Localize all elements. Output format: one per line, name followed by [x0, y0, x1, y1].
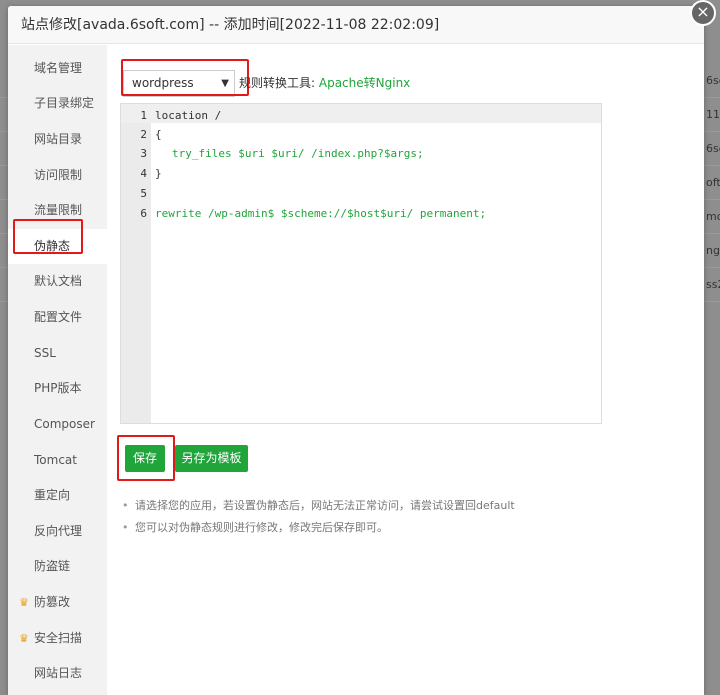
- sidebar-item-config-file[interactable]: 配置文件: [8, 300, 107, 335]
- apache-to-nginx-link[interactable]: Apache转Nginx: [319, 76, 410, 90]
- sidebar-item-tamper-proof[interactable]: ♛ 防篡改: [8, 585, 107, 620]
- code-line: {: [155, 128, 162, 141]
- site-settings-modal: 站点修改[avada.6soft.com] -- 添加时间[2022-11-08…: [8, 6, 704, 695]
- line-number: 5: [140, 187, 147, 200]
- line-number: 1: [140, 109, 147, 122]
- crown-icon: ♛: [19, 596, 29, 609]
- sidebar-item-domain[interactable]: 域名管理: [8, 51, 107, 86]
- settings-sidebar: 域名管理 子目录绑定 网站目录 访问限制 流量限制 伪静态 默认文档 配置文件 …: [8, 45, 107, 695]
- background-text: ngs: [706, 244, 720, 257]
- sidebar-item-label: 安全扫描: [34, 631, 83, 645]
- rewrite-code-editor[interactable]: 1 2 3 4 5 6 location / { try_files $uri …: [120, 103, 602, 424]
- help-tips: 请选择您的应用，若设置伪静态后，网站无法正常访问，请尝试设置回default 您…: [120, 495, 515, 539]
- sidebar-item-access-limit[interactable]: 访问限制: [8, 158, 107, 193]
- background-text: ss2p: [706, 278, 720, 291]
- highlight-box: [121, 59, 249, 96]
- sidebar-item-composer[interactable]: Composer: [8, 407, 107, 442]
- highlight-box: [117, 435, 175, 481]
- sidebar-item-redirect[interactable]: 重定向: [8, 478, 107, 513]
- code-line: location /: [155, 109, 222, 122]
- crown-icon: ♛: [19, 632, 29, 645]
- code-line: try_files $uri $uri/ /index.php?$args;: [172, 147, 424, 160]
- sidebar-item-site-log[interactable]: 网站日志: [8, 656, 107, 691]
- sidebar-item-tomcat[interactable]: Tomcat: [8, 443, 107, 478]
- sidebar-item-reverse-proxy[interactable]: 反向代理: [8, 514, 107, 549]
- tip-item: 请选择您的应用，若设置伪静态后，网站无法正常访问，请尝试设置回default: [120, 495, 515, 517]
- highlight-box: [13, 219, 83, 254]
- rule-converter: 规则转换工具: Apache转Nginx: [239, 70, 410, 97]
- background-text: mo: [706, 210, 720, 223]
- background-text: 118: [706, 108, 720, 121]
- tip-item: 您可以对伪静态规则进行修改，修改完后保存即可。: [120, 517, 515, 539]
- line-number: 6: [140, 207, 147, 220]
- sidebar-item-default-doc[interactable]: 默认文档: [8, 264, 107, 299]
- line-number: 3: [140, 147, 147, 160]
- sidebar-item-subdirectory[interactable]: 子目录绑定: [8, 86, 107, 121]
- background-text: 6soft: [706, 74, 720, 87]
- sidebar-item-ssl[interactable]: SSL: [8, 336, 107, 371]
- rule-converter-label: 规则转换工具:: [239, 76, 316, 90]
- background-text: 6so: [706, 142, 720, 155]
- background-text: oft.c: [706, 176, 720, 189]
- sidebar-item-site-directory[interactable]: 网站目录: [8, 122, 107, 157]
- sidebar-item-php-version[interactable]: PHP版本: [8, 371, 107, 406]
- code-line: }: [155, 167, 162, 180]
- rewrite-panel: wordpress ▼ 规则转换工具: Apache转Nginx 1 2 3 4…: [107, 45, 704, 695]
- save-as-template-button[interactable]: 另存为模板: [175, 445, 248, 472]
- code-line: rewrite /wp-admin$ $scheme://$host$uri/ …: [155, 207, 487, 220]
- sidebar-item-label: 防篡改: [34, 595, 71, 609]
- sidebar-item-security-scan[interactable]: ♛ 安全扫描: [8, 621, 107, 656]
- sidebar-item-hotlink[interactable]: 防盗链: [8, 549, 107, 584]
- line-number: 4: [140, 167, 147, 180]
- line-number: 2: [140, 128, 147, 141]
- modal-title: 站点修改[avada.6soft.com] -- 添加时间[2022-11-08…: [8, 6, 704, 44]
- close-icon[interactable]: ×: [690, 0, 716, 26]
